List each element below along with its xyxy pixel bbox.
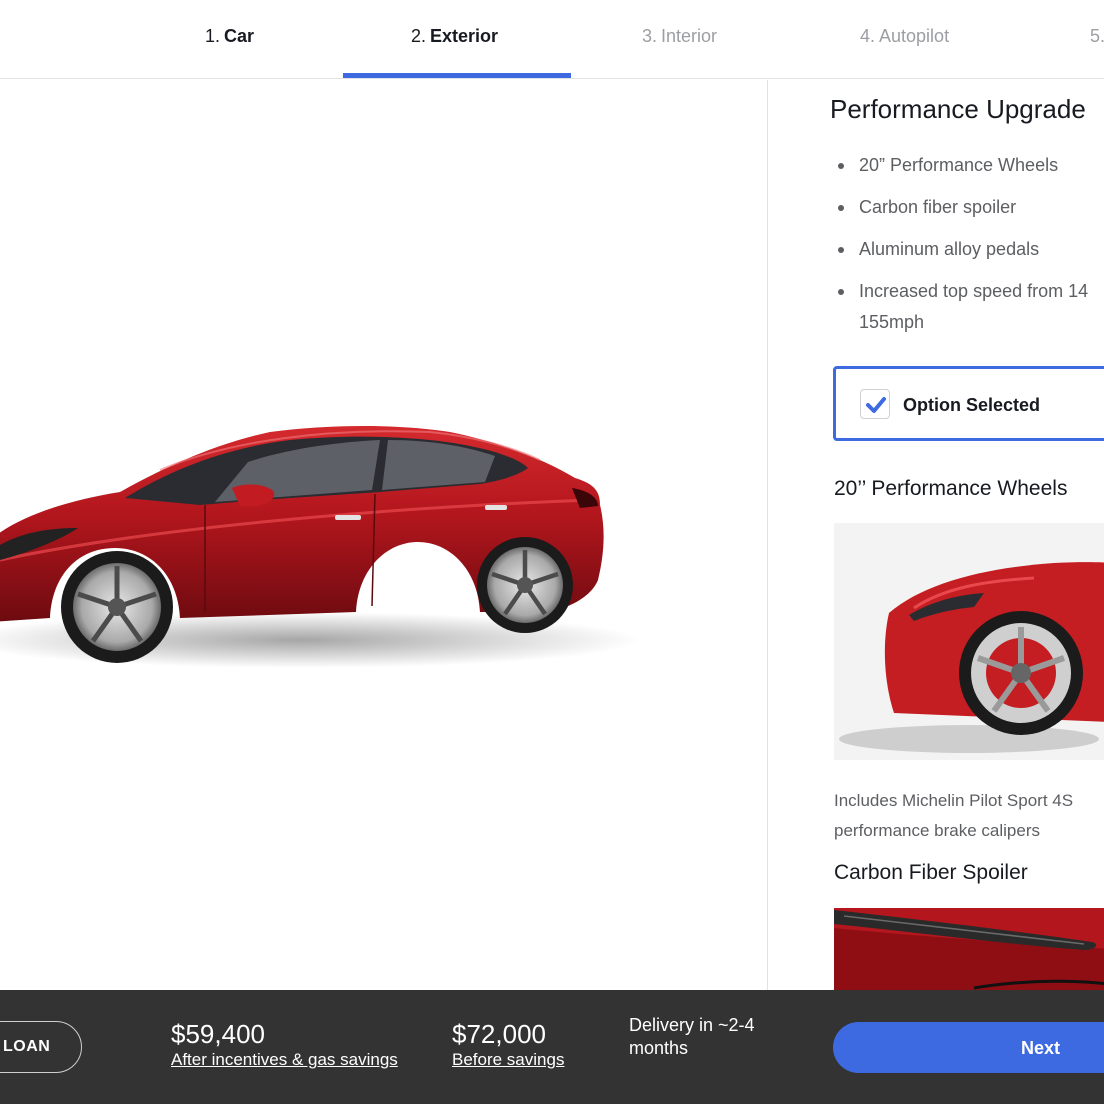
step-number: 2. bbox=[411, 26, 427, 46]
option-selected-toggle[interactable]: Option Selected bbox=[833, 366, 1104, 441]
option-label: Option Selected bbox=[903, 395, 1041, 415]
price-before-savings: $72,000 bbox=[452, 1019, 546, 1049]
step-label: Autopilot bbox=[879, 26, 950, 46]
feature-list: 20” Performance Wheels Carbon fiber spoi… bbox=[838, 150, 1104, 349]
spoiler-image bbox=[834, 908, 1104, 990]
checkbox[interactable] bbox=[860, 389, 890, 419]
feature-item: Aluminum alloy pedals bbox=[838, 234, 1104, 265]
car-image bbox=[0, 426, 640, 668]
step-tab-exterior[interactable]: 2. Exterior bbox=[411, 26, 498, 47]
front-wheel bbox=[61, 551, 173, 663]
price-after-savings-link[interactable]: After incentives & gas savings bbox=[171, 1050, 398, 1070]
wheels-title: 20’’ Performance Wheels bbox=[834, 477, 1068, 500]
wheels-image bbox=[834, 523, 1104, 760]
step-number: 4. bbox=[860, 26, 876, 46]
step-tab-car[interactable]: 1. Car bbox=[205, 26, 254, 47]
feature-item: Increased top speed from 14 155mph bbox=[838, 276, 1104, 338]
car-viewer[interactable] bbox=[0, 80, 767, 990]
step-number: 5. bbox=[1090, 26, 1104, 46]
price-before-savings-link[interactable]: Before savings bbox=[452, 1050, 564, 1070]
feature-item: Carbon fiber spoiler bbox=[838, 192, 1104, 223]
step-label: Car bbox=[224, 26, 255, 46]
step-tab-interior[interactable]: 3. Interior bbox=[642, 26, 717, 47]
step-tab-autopilot[interactable]: 4. Autopilot bbox=[860, 26, 949, 47]
delivery-estimate: Delivery in ~2-4 months bbox=[629, 1015, 755, 1058]
step-label: Exterior bbox=[430, 26, 499, 46]
rear-wheel bbox=[477, 537, 573, 633]
feature-item: 20” Performance Wheels bbox=[838, 150, 1104, 181]
options-panel[interactable]: Performance Upgrade 20” Performance Whee… bbox=[768, 80, 1104, 990]
step-number: 1. bbox=[205, 26, 221, 46]
wheels-description: Includes Michelin Pilot Sport 4S perform… bbox=[834, 791, 1074, 840]
next-button-label: Next bbox=[1021, 1038, 1061, 1058]
step-tab-next[interactable]: 5. bbox=[1090, 26, 1104, 47]
checkmark-icon bbox=[866, 397, 886, 413]
price-after-savings: $59,400 bbox=[171, 1019, 265, 1049]
step-navigation: 1. Car 2. Exterior 3. Interior 4. Autopilot … bbox=[0, 0, 1104, 79]
spoiler-title: Carbon Fiber Spoiler bbox=[834, 861, 1028, 884]
panel-title: Performance Upgrade bbox=[830, 94, 1086, 124]
step-label: Interior bbox=[661, 26, 718, 46]
bottom-summary-bar: LOAN $59,400 After incentives & gas savi… bbox=[0, 990, 1104, 1104]
step-number: 3. bbox=[642, 26, 658, 46]
active-step-indicator bbox=[343, 73, 571, 78]
loan-button[interactable]: LOAN bbox=[0, 1021, 82, 1073]
next-button[interactable]: Next bbox=[833, 1022, 1104, 1073]
